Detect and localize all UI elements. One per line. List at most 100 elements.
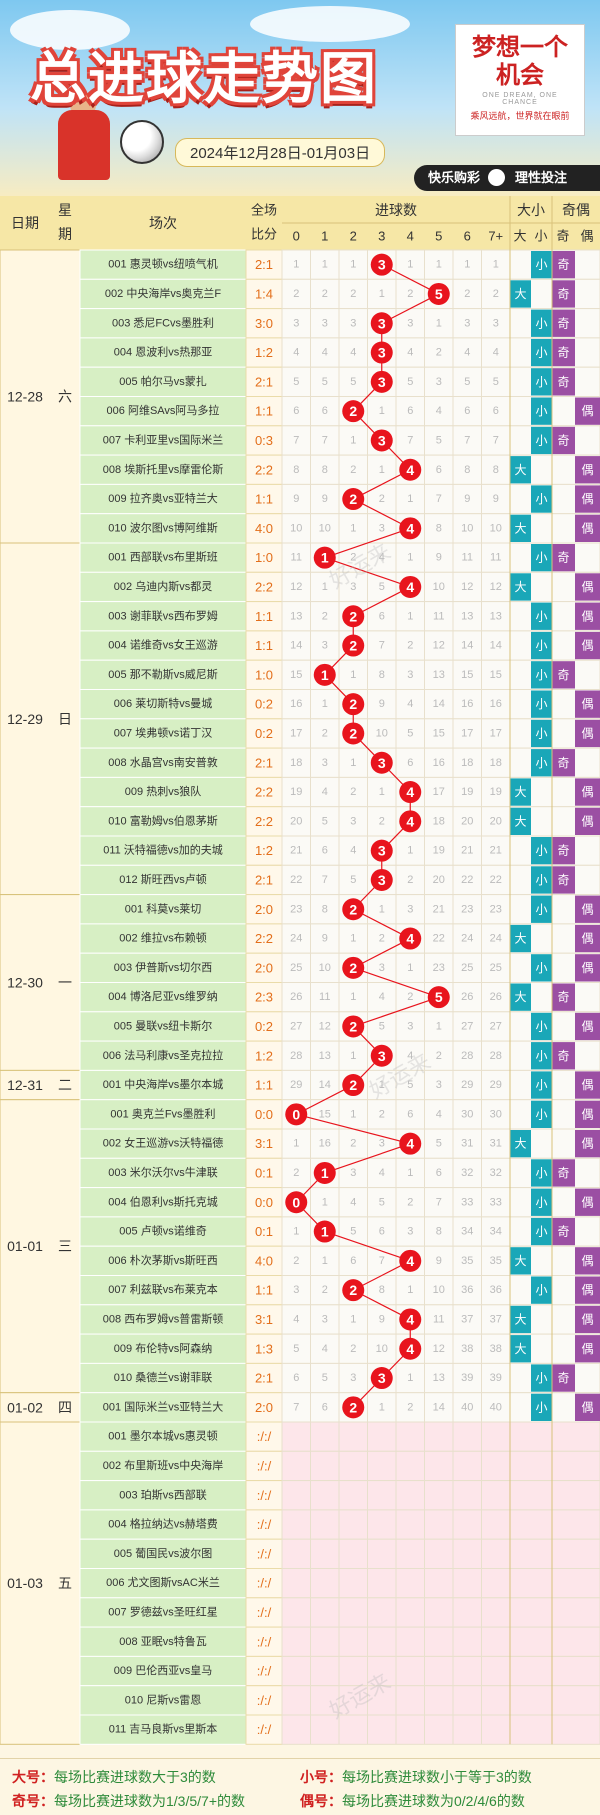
player-body-icon	[58, 110, 110, 180]
date-range: 2024年12月28日-01月03日	[175, 138, 386, 167]
score-text: 2:2	[255, 931, 273, 946]
header-weekday: 星	[58, 202, 72, 218]
header-goal-col: 0	[293, 229, 300, 244]
header-small: 小	[534, 229, 547, 244]
miss-count: 17	[433, 786, 445, 798]
even-label: 偶	[581, 1400, 593, 1414]
miss-count: 14	[433, 698, 445, 710]
date-label: 12-30	[7, 975, 43, 991]
goal-ball-label: 1	[321, 550, 329, 566]
miss-count: 2	[322, 288, 328, 300]
miss-count: 8	[322, 903, 328, 915]
brand-bar: 快乐购彩 理性投注	[414, 165, 600, 191]
miss-count: 8	[464, 464, 470, 476]
miss-count: 27	[290, 1020, 302, 1032]
miss-count: 9	[493, 493, 499, 505]
weekday-label: 二	[58, 1077, 72, 1093]
miss-count: 3	[379, 962, 385, 974]
miss-count: 40	[461, 1401, 473, 1413]
header-goal-col: 7+	[488, 229, 503, 244]
miss-count: 8	[493, 464, 499, 476]
miss-count: 1	[379, 1401, 385, 1413]
match-name: 010 波尔图vs博阿维斯	[108, 521, 217, 534]
miss-count: 11	[490, 552, 501, 564]
miss-count: 12	[290, 581, 302, 593]
odd-label: 奇	[557, 668, 569, 682]
even-label: 偶	[581, 932, 593, 946]
big-label: 大	[514, 1312, 526, 1326]
header-goal-col: 5	[435, 229, 442, 244]
even-label: 偶	[581, 1107, 593, 1121]
score-text: 1:1	[255, 609, 273, 624]
match-name: 003 米尔沃尔vs牛津联	[108, 1165, 217, 1179]
miss-count: 1	[350, 991, 356, 1003]
miss-count: 1	[322, 1255, 328, 1267]
miss-count: 13	[433, 669, 445, 681]
match-name: 002 中央海岸vs奥克兰F	[105, 286, 221, 300]
match-name: 009 热刺vs狼队	[125, 784, 201, 798]
match-name: 008 亚眠vs特鲁瓦	[119, 1634, 206, 1648]
goal-ball-label: 3	[378, 1048, 386, 1064]
miss-count: 12	[461, 581, 473, 593]
miss-count: 5	[493, 376, 499, 388]
goal-ball-label: 4	[406, 931, 414, 947]
brand-1: 快乐购彩	[428, 170, 481, 185]
match-name: 001 墨尔本城vs惠灵顿	[108, 1429, 217, 1443]
big-label: 大	[514, 814, 526, 828]
miss-count: 32	[461, 1167, 473, 1179]
even-label: 偶	[581, 492, 593, 506]
miss-count: 4	[322, 1343, 328, 1355]
miss-count: 13	[290, 610, 302, 622]
miss-count: 16	[433, 757, 445, 769]
miss-count: 10	[376, 727, 388, 739]
miss-count: 14	[319, 1079, 331, 1091]
weekday-label: 一	[58, 975, 72, 991]
even-label: 偶	[581, 1019, 593, 1033]
goal-ball-label: 3	[378, 843, 386, 859]
even-label: 偶	[581, 785, 593, 799]
miss-count: 3	[322, 640, 328, 652]
miss-count: 37	[461, 1313, 473, 1325]
miss-count: 5	[293, 1343, 299, 1355]
miss-count: 5	[350, 376, 356, 388]
miss-count: 8	[322, 464, 328, 476]
miss-count: 1	[293, 259, 299, 271]
miss-count: 30	[490, 1108, 502, 1120]
goal-ball-label: 2	[349, 901, 357, 917]
miss-count: 24	[490, 933, 502, 945]
miss-count: 29	[290, 1079, 302, 1091]
page: 总进球走势图 2024年12月28日-01月03日 梦想一个机会 ONE DRE…	[0, 0, 600, 1815]
score-text: 0:2	[255, 1019, 273, 1034]
miss-count: 35	[461, 1255, 473, 1267]
date-label: 01-03	[7, 1575, 43, 1591]
miss-count: 5	[350, 874, 356, 886]
small-label: 小	[535, 902, 547, 916]
header-goal-col: 1	[321, 229, 328, 244]
miss-count: 5	[379, 1196, 385, 1208]
miss-count: 27	[490, 1020, 502, 1032]
small-label: 小	[535, 1225, 547, 1239]
odd-label: 奇	[557, 258, 569, 272]
odd-label: 奇	[557, 287, 569, 301]
miss-count: 7	[379, 640, 385, 652]
miss-count: 7	[464, 434, 470, 446]
score-text: 2:0	[255, 1400, 273, 1415]
miss-count: 12	[433, 1343, 445, 1355]
match-name: 003 谢菲联vs西布罗姆	[108, 608, 217, 622]
score-text: 3:1	[255, 1136, 273, 1151]
miss-count: 15	[461, 669, 473, 681]
miss-count: 5	[464, 376, 470, 388]
miss-count: 11	[319, 991, 330, 1003]
miss-count: 1	[379, 903, 385, 915]
header-odd-even: 奇偶	[562, 202, 590, 218]
miss-count: 1	[407, 259, 413, 271]
score-text: 1:2	[255, 345, 273, 360]
goal-ball-label: 3	[378, 1370, 386, 1386]
miss-count: 1	[379, 405, 385, 417]
match-name: 001 中央海岸vs墨尔本城	[103, 1077, 223, 1091]
odd-label: 奇	[557, 346, 569, 360]
miss-count: 2	[293, 1167, 299, 1179]
miss-count: 8	[379, 669, 385, 681]
miss-count: 5	[436, 434, 442, 446]
brand-2: 理性投注	[515, 170, 568, 185]
